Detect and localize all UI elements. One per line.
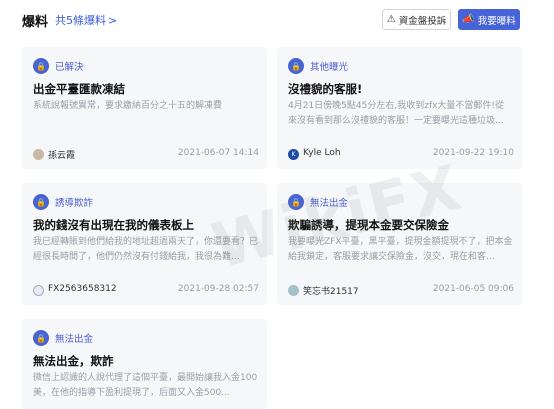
card-title: 我的錢沒有出現在我的儀表板上: [33, 218, 194, 232]
category-label: 其他曝光: [310, 62, 349, 73]
post-date: 2021-06-05 09:06: [432, 284, 514, 294]
card-footer: FX2563658312 2021-09-28 02:57: [33, 284, 259, 298]
card-description: 微信上認識的人說代理了這個平臺，最開始讓我入金100美，在他的指導下盈利提現了，…: [33, 373, 258, 398]
lock-icon: 🔒: [33, 194, 49, 210]
card-footer: 孫云霞 2021-06-07 14:14: [33, 148, 259, 162]
card-footer: 笑忘书21517 2021-06-05 09:06: [288, 284, 514, 298]
card-title: 沒禮貌的客服!: [288, 82, 363, 96]
avatar: [33, 149, 44, 160]
category-label: 誘導欺詐: [55, 198, 94, 209]
exposure-card-list: 🔒 已解決 出金平臺匯款凍結 系統說報號異常，要求繳納百分之十五的解凍費 孫云霞…: [0, 0, 554, 409]
exposure-card[interactable]: 🔒 誘導欺詐 我的錢沒有出現在我的儀表板上 我已經轉賬到他們給我的地址超過兩天了…: [22, 183, 267, 305]
username: FX2563658312: [48, 284, 117, 294]
username: 笑忘书21517: [303, 287, 359, 297]
category-tag: 🔒 已解決: [33, 57, 84, 75]
category-tag: 🔒 無法出金: [33, 329, 93, 347]
lock-icon: 🔒: [288, 58, 304, 74]
username: 孫云霞: [48, 151, 76, 161]
category-tag: 🔒 其他曝光: [288, 57, 348, 75]
avatar: [288, 285, 299, 296]
lock-icon: 🔒: [33, 58, 49, 74]
card-description: 我已經轉賬到他們給我的地址超過兩天了，你還要看？已經很長時間了，他們仍然沒有付錢…: [33, 237, 258, 262]
card-title: 出金平臺匯款凍結: [33, 82, 125, 96]
card-description: 4月21日傍晚5點45分左右,我收到zfx大量不當郵件!從來沒有看到那么沒禮貌的…: [288, 101, 505, 126]
avatar: K: [288, 149, 299, 160]
category-tag: 🔒 無法出金: [288, 193, 348, 211]
exposure-card[interactable]: 🔒 已解決 出金平臺匯款凍結 系統說報號異常，要求繳納百分之十五的解凍費 孫云霞…: [22, 47, 267, 169]
exposure-card[interactable]: 🔒 無法出金 無法出金，欺詐 微信上認識的人說代理了這個平臺，最開始讓我入金10…: [22, 319, 267, 409]
card-footer: K Kyle Loh 2021-09-22 19:10: [288, 148, 514, 162]
lock-icon: 🔒: [288, 194, 304, 210]
exposure-card[interactable]: 🔒 其他曝光 沒禮貌的客服! 4月21日傍晚5點45分左右,我收到zfx大量不當…: [277, 47, 522, 169]
category-label: 已解決: [55, 62, 84, 73]
card-title: 欺騙誘導，提現本金要交保險金: [288, 218, 449, 232]
lock-icon: 🔒: [33, 330, 49, 346]
category-tag: 🔒 誘導欺詐: [33, 193, 93, 211]
post-date: 2021-09-22 19:10: [432, 148, 514, 158]
post-date: 2021-06-07 14:14: [177, 148, 259, 158]
exposure-card[interactable]: 🔒 無法出金 欺騙誘導，提現本金要交保險金 我要曝光ZFX平臺，黑平臺，提現金額…: [277, 183, 522, 305]
post-date: 2021-09-28 02:57: [177, 284, 259, 294]
card-description: 我要曝光ZFX平臺，黑平臺，提現金額提現不了，把本金給我鎖定，客服要求讓交保險金…: [288, 237, 513, 262]
card-title: 無法出金，欺詐: [33, 354, 114, 368]
category-label: 無法出金: [55, 334, 94, 345]
category-label: 無法出金: [310, 198, 349, 209]
username: Kyle Loh: [303, 148, 341, 158]
card-description: 系統說報號異常，要求繳納百分之十五的解凍費: [33, 101, 223, 111]
avatar: [33, 285, 44, 296]
